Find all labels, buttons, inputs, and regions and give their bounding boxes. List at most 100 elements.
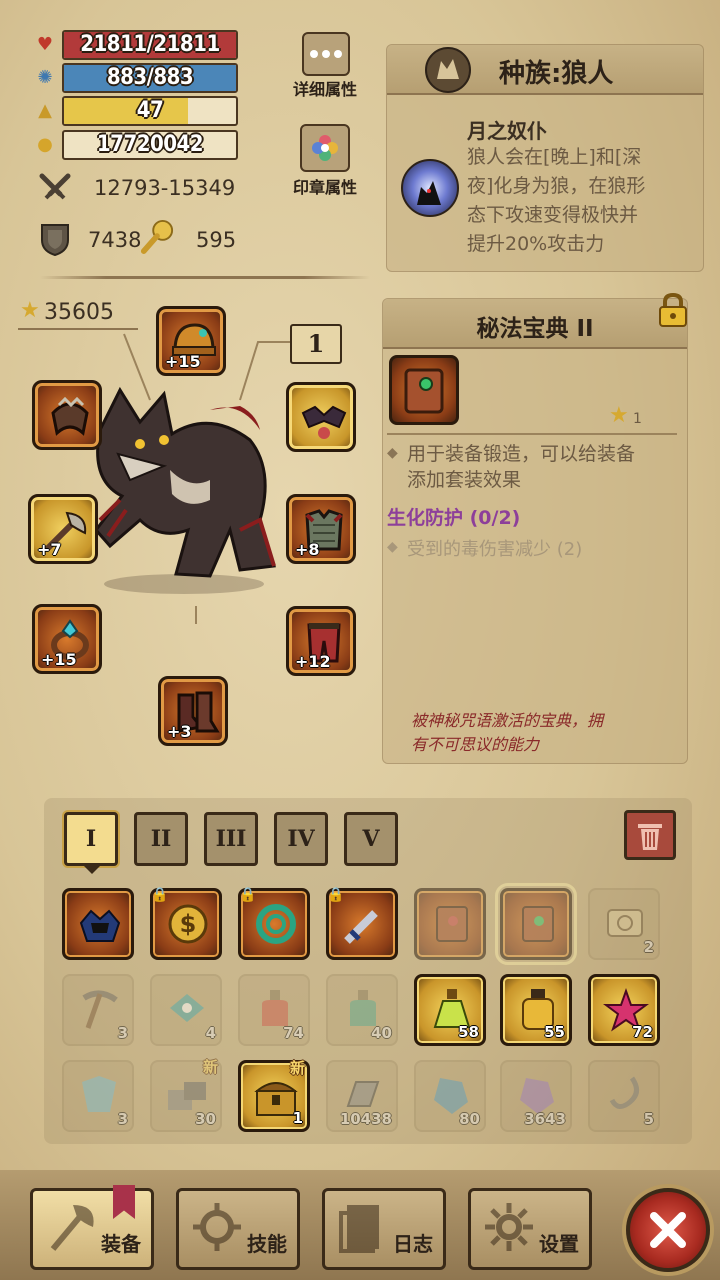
inventory-item-blue-crystal[interactable]: 80 — [414, 1060, 486, 1132]
back-slot[interactable] — [286, 382, 356, 452]
inventory-item-coin-ring[interactable]: $ 🔒 — [150, 887, 222, 960]
race-skill-desc: 狼人会在[晚上]和[深 夜]化身为狼，在狼形 态下攻速变得极快并 提升20%攻击… — [467, 143, 703, 259]
helmet-slot[interactable]: +15 — [156, 306, 226, 376]
inventory-item-treasure-chest[interactable]: 1 新 — [238, 1059, 310, 1132]
gold-value: 17720042 — [96, 132, 204, 157]
item-use-line: 用于装备锻造，可以给装备 — [407, 443, 636, 465]
weapon-plus: +7 — [37, 540, 62, 559]
race-panel: 种族:狼人 月之奴仆 狼人会在[晚上]和[深 夜]化身为狼，在狼形 态下攻速变得… — [386, 44, 704, 272]
inventory-item-eye-scroll[interactable]: 4 — [150, 974, 222, 1046]
skill-icon — [193, 1203, 241, 1251]
defense-value: 7438 — [88, 228, 142, 252]
pants-plus: +12 — [295, 652, 331, 671]
pants-slot[interactable]: +12 — [286, 606, 356, 676]
divider — [40, 276, 370, 279]
inventory-item-dagger[interactable]: 🔒 — [326, 887, 398, 960]
item-detail-icon — [389, 355, 459, 425]
inventory-item-crystal-shard[interactable]: 3 — [62, 1060, 134, 1132]
nav-skill-button[interactable]: 技能 — [176, 1188, 300, 1270]
inventory-item-iron-ingot[interactable]: 10438 — [326, 1060, 398, 1132]
inventory-item-green-book[interactable] — [495, 883, 577, 965]
armor-slot[interactable]: +8 — [286, 494, 356, 564]
inventory-screen: ♥ 21811/21811 ✺ 883/883 ▲ 47 ● 17720042 … — [0, 0, 720, 1280]
race-skill-name: 月之奴仆 — [467, 119, 547, 143]
race-desc-line: 夜]化身为狼，在狼形 — [467, 175, 646, 197]
inventory-item-green-ring[interactable]: 🔒 — [238, 887, 310, 960]
mp-row: ✺ 883/883 — [34, 63, 244, 93]
inventory-item-pickaxe[interactable]: 3 — [62, 974, 134, 1046]
ring-slot[interactable]: +15 — [32, 604, 102, 674]
inventory-item-green-potion[interactable]: 40 — [326, 974, 398, 1046]
lock-icon: 🔒 — [239, 887, 257, 903]
trash-icon — [638, 824, 662, 850]
item-use-line: 添加套装效果 — [407, 469, 522, 491]
nav-settings-button[interactable]: 设置 — [468, 1188, 592, 1270]
bullet-icon: ◆ — [387, 539, 398, 555]
level-bar: 47 — [62, 96, 238, 126]
tab-1[interactable]: I — [64, 812, 118, 866]
inventory-item-yellow-flask[interactable]: 58 — [414, 974, 486, 1046]
seal-attr-button[interactable] — [300, 124, 350, 172]
level-icon: ▲ — [38, 100, 52, 121]
inventory-item-scroll[interactable]: 2 — [588, 888, 660, 960]
tab-pointer-icon — [84, 866, 100, 874]
speed-icon — [140, 220, 174, 254]
detail-attr-button[interactable] — [302, 32, 350, 76]
gold-row: ● 17720042 — [34, 130, 244, 160]
item-count: 5 — [643, 1110, 654, 1128]
inventory-item-purple-crystal[interactable]: 3643 — [500, 1060, 572, 1132]
inventory-item-red-potion[interactable]: 74 — [238, 974, 310, 1046]
helmet-plus: +15 — [165, 352, 201, 371]
close-button[interactable] — [626, 1188, 710, 1272]
new-badge: 新 — [202, 1058, 218, 1076]
journal-icon — [339, 1205, 379, 1253]
trash-button[interactable] — [624, 810, 676, 860]
tab-2[interactable]: II — [134, 812, 188, 866]
race-title: 种族:狼人 — [499, 59, 614, 89]
item-count: 80 — [459, 1110, 480, 1128]
level-row: ▲ 47 — [34, 96, 244, 126]
weapon-slot[interactable]: +7 — [28, 494, 98, 564]
amulet-slot[interactable] — [32, 380, 102, 450]
gear-icon — [485, 1203, 533, 1251]
swords-icon — [38, 172, 72, 206]
bookmark-icon — [113, 1185, 135, 1219]
gold-icon: ● — [37, 134, 53, 155]
wolf-emblem-icon — [425, 47, 471, 93]
tab-4[interactable]: IV — [274, 812, 328, 866]
item-count: 72 — [632, 1023, 653, 1041]
item-count: 4 — [205, 1024, 216, 1042]
lock-icon[interactable] — [656, 292, 690, 328]
item-count: 1 — [292, 1109, 303, 1127]
nav-equip-button[interactable]: 装备 — [30, 1185, 154, 1270]
close-icon — [650, 1212, 686, 1248]
inventory-item-helmet[interactable] — [62, 888, 134, 960]
nav-log-label: 日志 — [393, 1232, 433, 1256]
inventory-item-red-book[interactable] — [414, 888, 486, 960]
race-panel-header: 种族:狼人 — [387, 45, 703, 95]
item-stars: 1 — [633, 411, 642, 427]
race-desc-line: 提升20%攻击力 — [467, 233, 605, 255]
moon-wolf-skill-icon[interactable] — [401, 159, 459, 217]
tab-5[interactable]: V — [344, 812, 398, 866]
new-badge: 新 — [289, 1059, 305, 1077]
item-count: 3 — [117, 1024, 128, 1042]
tab-3[interactable]: III — [204, 812, 258, 866]
item-count: 40 — [371, 1024, 392, 1042]
inventory-item-hook[interactable]: 5 — [588, 1060, 660, 1132]
lock-icon: 🔒 — [151, 887, 169, 903]
inventory-item-star-potion[interactable]: 72 — [588, 974, 660, 1046]
item-count: 55 — [544, 1023, 565, 1041]
hp-bar: 21811/21811 — [62, 30, 238, 60]
boots-plus: +3 — [167, 722, 192, 741]
inventory-item-gold-jar[interactable]: 55 — [500, 974, 572, 1046]
nav-log-button[interactable]: 日志 — [322, 1188, 446, 1270]
heart-icon: ♥ — [36, 34, 54, 55]
item-detail-panel: 秘法宝典 II ★ 1 ◆ 用于装备锻造，可以给装备 添加套装效果 生化防护 (… — [382, 298, 688, 764]
boots-slot[interactable]: +3 — [158, 676, 228, 746]
slot-level-badge[interactable]: 1 — [290, 324, 342, 364]
item-count: 74 — [283, 1024, 304, 1042]
hp-row: ♥ 21811/21811 — [34, 30, 244, 60]
inventory-item-stone-blocks[interactable]: 30 新 — [150, 1058, 222, 1132]
item-title: 秘法宝典 II — [476, 316, 594, 342]
